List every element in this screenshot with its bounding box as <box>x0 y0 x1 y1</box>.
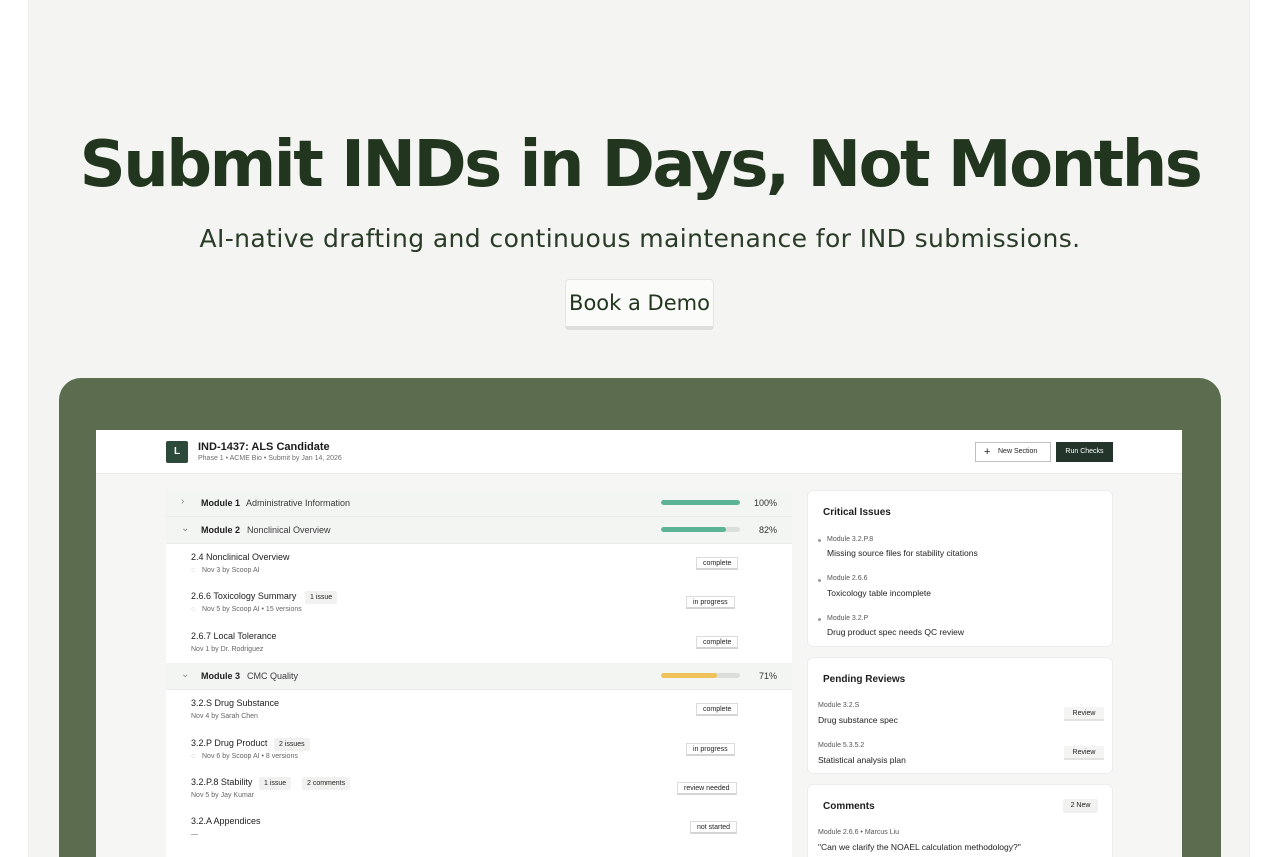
issue-text[interactable]: Toxicology table incomplete <box>827 588 931 598</box>
module-row[interactable]: ⌄ Module 2 Nonclinical Overview 82% <box>166 517 792 544</box>
module-desc: Administrative Information <box>246 498 351 508</box>
section-meta: ◌ Nov 3 by Scoop AI <box>191 567 260 574</box>
pending-reviews-card: Pending Reviews Module 3.2.S Drug substa… <box>807 657 1113 774</box>
pending-reviews-title: Pending Reviews <box>823 674 906 685</box>
section-meta-text: Nov 3 by Scoop AI <box>202 567 260 574</box>
review-button[interactable]: Review <box>1064 707 1104 721</box>
hero-title: Submit INDs in Days, Not Months <box>79 128 1203 202</box>
review-text: Drug substance spec <box>818 715 898 725</box>
section-row[interactable]: 3.2.P Drug Product 2 issues ◌ Nov 6 by Sc… <box>166 731 792 770</box>
section-row[interactable]: 3.2.S Drug Substance Nov 4 by Sarah Chen… <box>166 691 792 730</box>
module-row[interactable]: ⌄ Module 3 CMC Quality 71% <box>166 663 792 690</box>
bullet-icon <box>818 539 821 542</box>
section-meta: — <box>191 831 198 838</box>
plus-icon: + <box>984 446 991 458</box>
bullet-icon <box>818 579 821 582</box>
project-meta: Phase 1 • ACME Bio • Submit by Jan 14, 2… <box>198 455 342 462</box>
section-name: 2.6.6 Toxicology Summary <box>191 591 297 601</box>
project-title: IND-1437: ALS Candidate <box>198 441 330 453</box>
module-name: Module 1 <box>201 498 241 508</box>
module-row[interactable]: › Module 1 Administrative Information 10… <box>166 490 792 517</box>
issue-text[interactable]: Drug product spec needs QC review <box>827 627 964 637</box>
module-desc: CMC Quality <box>247 671 299 681</box>
section-row[interactable]: 2.6.6 Toxicology Summary 1 issue ◌ Nov 5 … <box>166 584 792 623</box>
issue-text[interactable]: Missing source files for stability citat… <box>827 548 978 558</box>
section-row[interactable]: 3.2.P.8 Stability 1 issue 2 comments Nov… <box>166 770 792 809</box>
section-meta: Nov 5 by Jay Kumar <box>191 792 255 799</box>
issue-tag: 1 issue <box>259 777 292 790</box>
review-module: Module 3.2.S <box>818 702 860 709</box>
chevron-right-icon: › <box>181 496 185 507</box>
issue-tag: 1 issue <box>305 591 338 604</box>
comments-card: Comments 2 New Module 2.6.6 • Marcus Liu… <box>807 784 1113 857</box>
section-row[interactable]: 2.6.7 Local Tolerance Nov 1 by Dr. Rodri… <box>166 624 792 663</box>
module-percent: 71% <box>758 671 777 681</box>
issue-module: Module 3.2.P <box>827 615 869 622</box>
section-meta-text: Nov 6 by Scoop AI • 8 versions <box>202 753 298 760</box>
status-badge: not started <box>690 821 738 834</box>
new-section-label: New Section <box>998 448 1038 455</box>
app-preview: L IND-1437: ALS Candidate Phase 1 • ACME… <box>96 430 1182 857</box>
pin-icon: ◌ <box>191 567 196 574</box>
chevron-down-icon: ⌄ <box>181 523 190 534</box>
review-module: Module 5.3.5.2 <box>818 742 865 749</box>
section-meta: ◌ Nov 6 by Scoop AI • 8 versions <box>191 753 298 760</box>
bullet-icon <box>818 618 821 621</box>
section-name: 3.2.P Drug Product <box>191 738 268 748</box>
comments-tag: 2 comments <box>302 777 351 790</box>
module-progress-bar <box>661 673 740 678</box>
section-meta: ◌ Nov 5 by Scoop AI • 15 versions <box>191 606 302 613</box>
module-tree: › Module 1 Administrative Information 10… <box>166 490 792 857</box>
section-name: 3.2.P.8 Stability <box>191 777 253 787</box>
critical-issues-title: Critical Issues <box>823 507 891 518</box>
review-button[interactable]: Review <box>1064 746 1104 760</box>
new-comments-badge: 2 New <box>1063 799 1098 813</box>
module-percent: 100% <box>753 498 777 508</box>
status-badge: complete <box>696 636 739 649</box>
review-text: Statistical analysis plan <box>818 755 906 765</box>
app-logo: L <box>166 441 188 463</box>
comment-text[interactable]: "Can we clarify the NOAEL calculation me… <box>818 842 1021 852</box>
chevron-down-icon: ⌄ <box>181 669 190 680</box>
module-name: Module 2 <box>201 525 241 535</box>
new-section-button[interactable]: + New Section <box>975 442 1051 462</box>
section-row[interactable]: 3.2.A Appendices — not started <box>166 809 792 848</box>
status-badge: in progress <box>686 743 735 756</box>
status-badge: in progress <box>686 596 735 609</box>
app-topbar: L IND-1437: ALS Candidate Phase 1 • ACME… <box>96 430 1182 474</box>
section-name: 2.4 Nonclinical Overview <box>191 552 290 562</box>
section-name: 3.2.A Appendices <box>191 816 261 826</box>
hero-subtitle: AI-native drafting and continuous mainte… <box>199 224 1081 253</box>
section-name: 2.6.7 Local Tolerance <box>191 631 277 641</box>
status-badge: complete <box>696 557 739 570</box>
module-desc: Nonclinical Overview <box>247 525 331 535</box>
module-progress-bar <box>661 527 740 532</box>
module-percent: 82% <box>758 525 777 535</box>
module-name: Module 3 <box>201 671 241 681</box>
status-badge: complete <box>696 703 739 716</box>
section-name: 3.2.S Drug Substance <box>191 698 280 708</box>
pin-icon: ◌ <box>191 606 196 613</box>
module-progress-fill <box>661 527 726 532</box>
issue-tag: 2 issues <box>274 738 310 751</box>
comment-meta: Module 2.6.6 • Marcus Liu <box>818 829 900 836</box>
comments-title: Comments <box>823 801 875 812</box>
issue-module: Module 2.6.6 <box>827 575 868 582</box>
status-badge: review needed <box>677 782 737 795</box>
module-progress-fill <box>661 500 740 505</box>
section-meta: Nov 1 by Dr. Rodriguez <box>191 646 264 653</box>
module-progress-bar <box>661 500 740 505</box>
landing-page: Submit INDs in Days, Not Months AI-nativ… <box>28 0 1250 857</box>
section-meta-text: Nov 5 by Scoop AI • 15 versions <box>202 606 302 613</box>
module-progress-fill <box>661 673 718 678</box>
section-row[interactable]: 2.4 Nonclinical Overview ◌ Nov 3 by Scoop… <box>166 545 792 584</box>
book-demo-button[interactable]: Book a Demo <box>565 279 714 330</box>
pin-icon: ◌ <box>191 753 196 760</box>
critical-issues-card: Critical Issues Module 3.2.P.8 Missing s… <box>807 490 1113 647</box>
run-checks-button[interactable]: Run Checks <box>1056 442 1113 462</box>
issue-module: Module 3.2.P.8 <box>827 536 874 543</box>
section-meta: Nov 4 by Sarah Chen <box>191 713 258 720</box>
